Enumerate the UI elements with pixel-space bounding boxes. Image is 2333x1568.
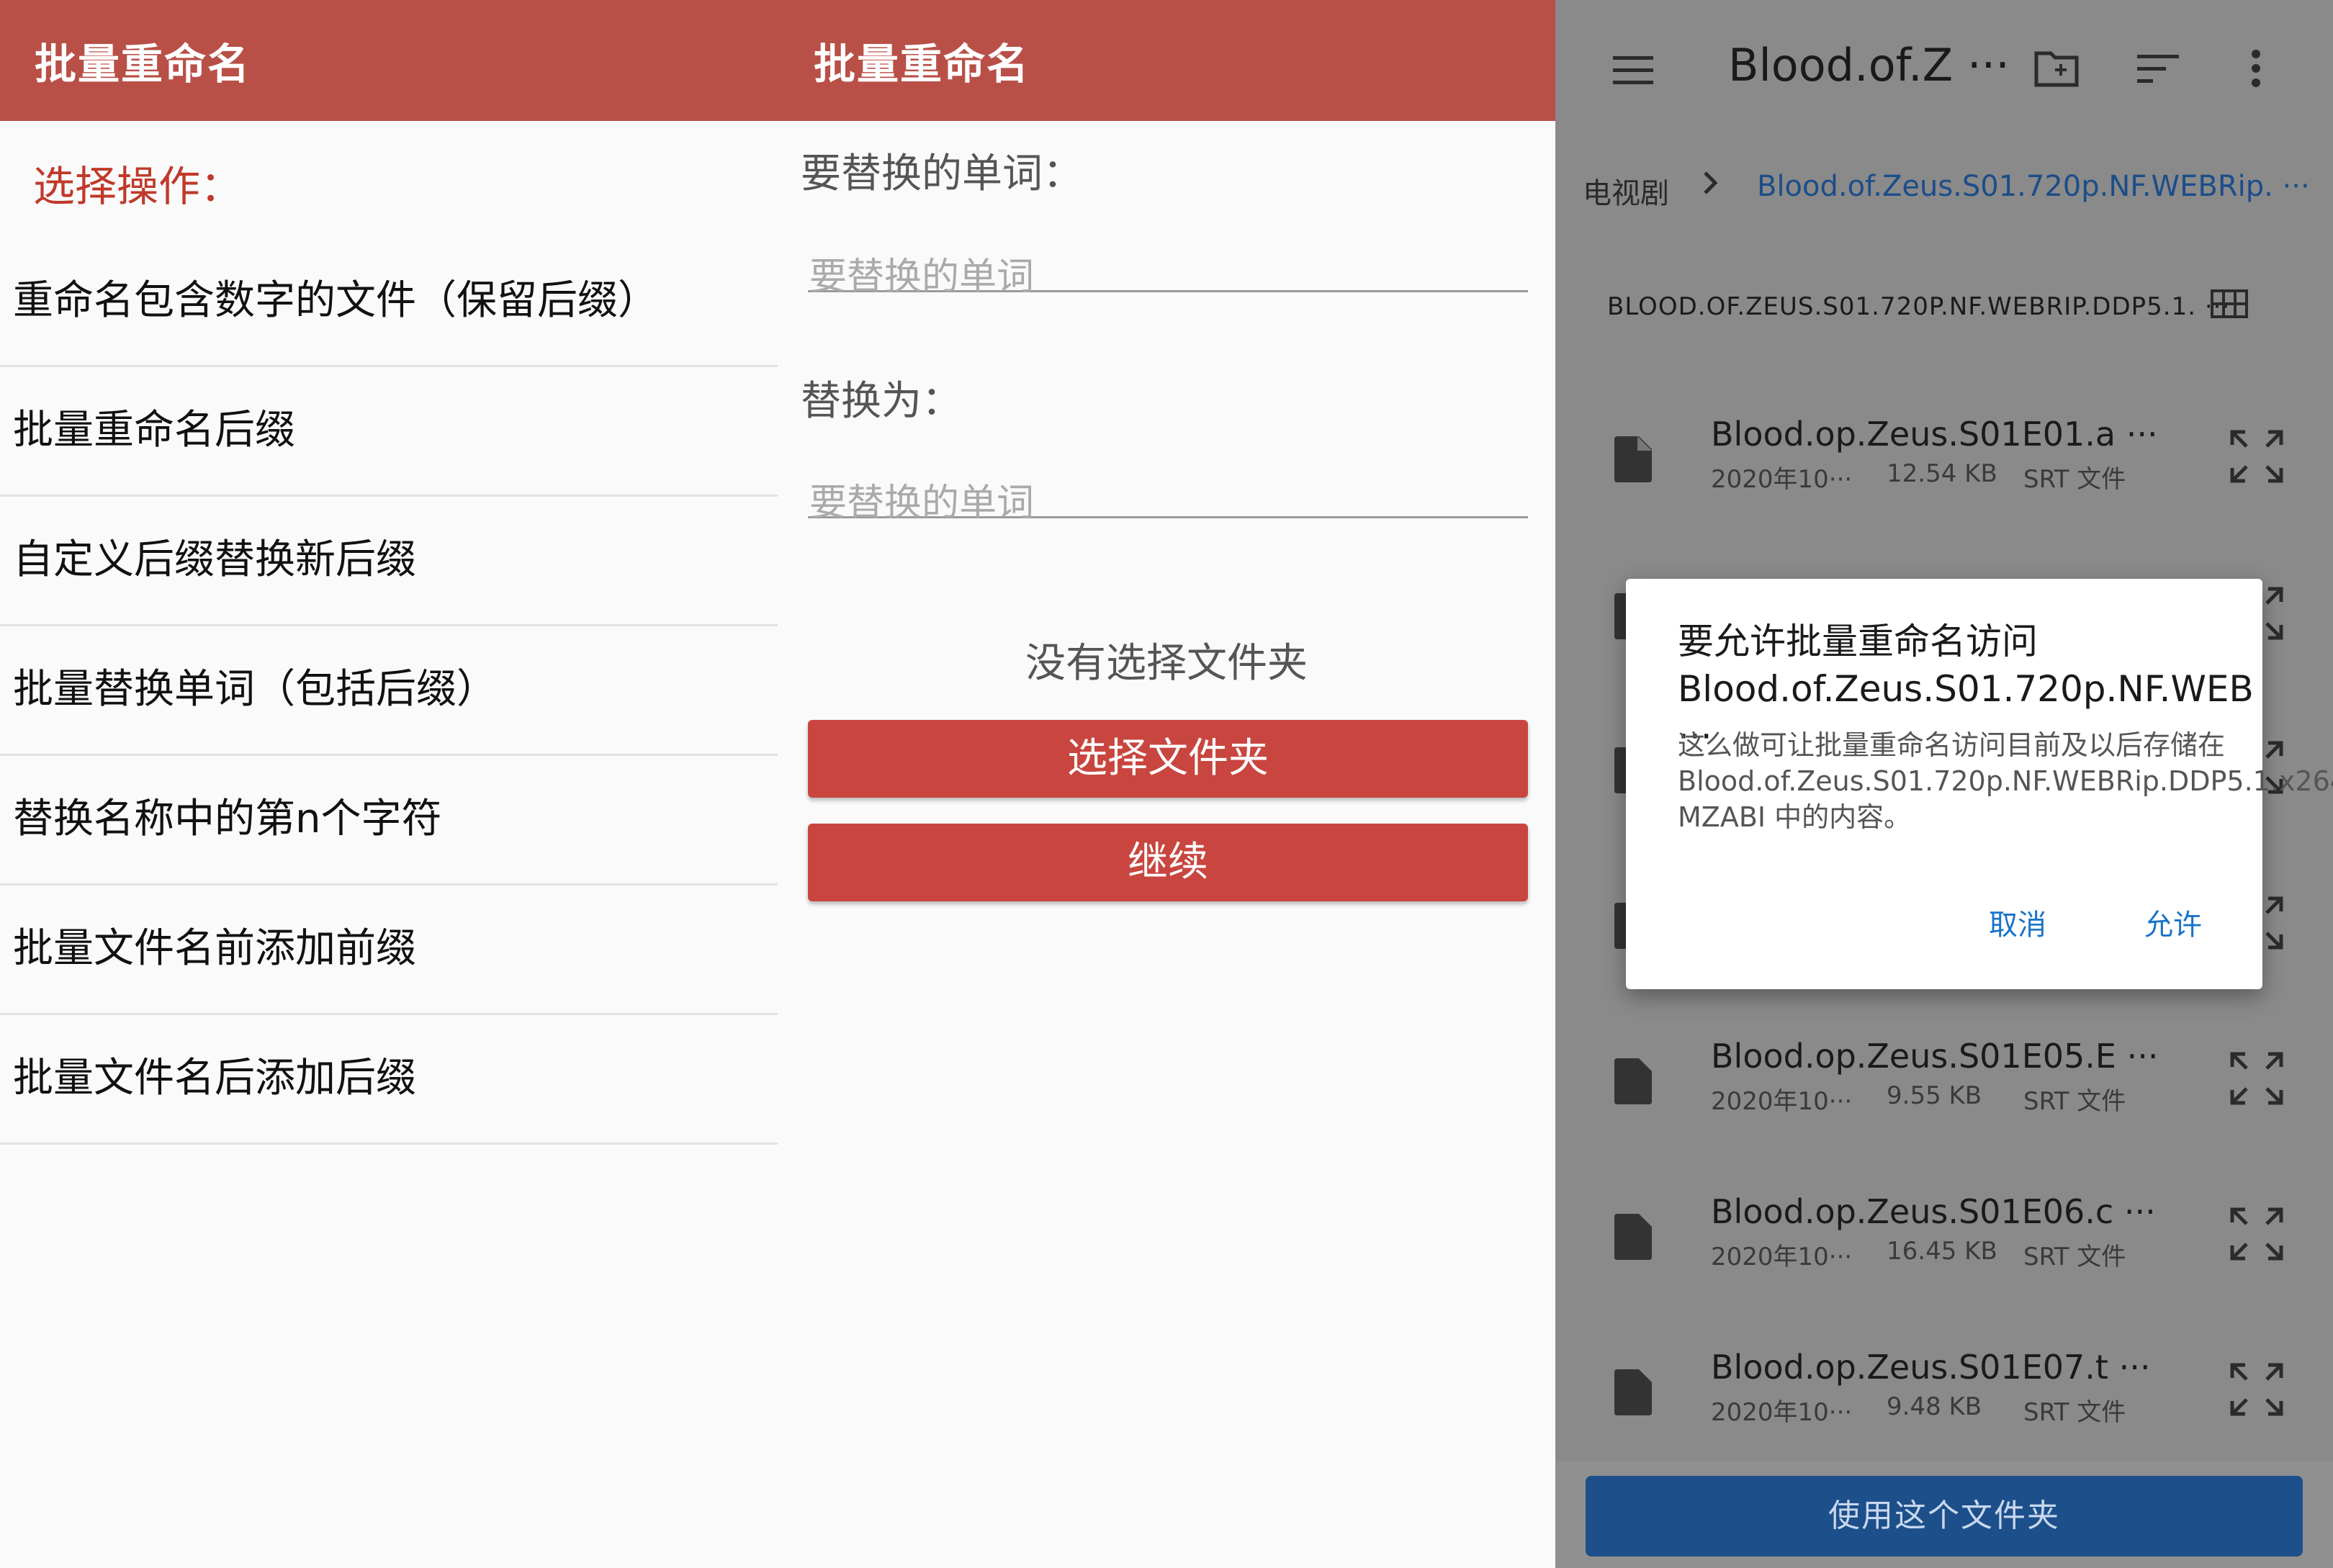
- file-name: Blood.op.Zeus.S01E01.a ···: [1711, 415, 2158, 454]
- file-date: 2020年10···: [1711, 1243, 1853, 1271]
- expand-icon[interactable]: [2228, 1205, 2285, 1266]
- file-size: 12.54 KB: [1887, 459, 1997, 488]
- expand-icon[interactable]: [2228, 1361, 2285, 1421]
- file-icon: [1614, 436, 1652, 485]
- file-size: 9.48 KB: [1887, 1392, 1982, 1421]
- replace-label: 替换为：: [801, 378, 962, 425]
- file-row[interactable]: Blood.op.Zeus.S01E01.a ··· 2020年10··· 12…: [1555, 402, 2333, 546]
- file-name: Blood.op.Zeus.S01E07.t ···: [1711, 1348, 2151, 1387]
- file-type: SRT 文件: [2023, 1398, 2126, 1427]
- file-row[interactable]: Blood.op.Zeus.S01E05.E ··· 2020年10··· 9.…: [1555, 1024, 2333, 1168]
- folder-picker-screen: Blood.of.Z ··· 电视剧 Blood.of.Zeus.S01.720…: [1555, 0, 2333, 1568]
- operation-item-rename-numbered[interactable]: 重命名包含数字的文件（保留后缀）: [0, 238, 778, 367]
- file-date: 2020年10···: [1711, 1087, 1853, 1116]
- file-type: SRT 文件: [2023, 1087, 2126, 1116]
- more-vert-icon[interactable]: [2251, 49, 2261, 91]
- file-size: 9.55 KB: [1887, 1081, 1982, 1110]
- chevron-right-icon: [1699, 167, 1721, 207]
- operation-label: 批量文件名前添加前缀: [13, 925, 416, 972]
- replace-word-screen: 批量重命名 要替换的单词： 要替换的单词 替换为： 要替换的单词 没有选择文件夹…: [778, 0, 1555, 1568]
- breadcrumb-root[interactable]: 电视剧: [1583, 170, 1669, 212]
- folder-name: BLOOD.OF.ZEUS.S01.720P.NF.WEBRIP.DDP5.1.…: [1607, 292, 2231, 321]
- menu-icon[interactable]: [1613, 55, 1653, 89]
- choose-folder-button[interactable]: 选择文件夹: [808, 720, 1528, 798]
- grid-view-icon[interactable]: [2211, 289, 2248, 321]
- new-folder-icon[interactable]: [2033, 49, 2080, 91]
- operation-label: 批量文件名后添加后缀: [13, 1055, 416, 1101]
- operation-item-custom-suffix[interactable]: 自定义后缀替换新后缀: [0, 497, 778, 626]
- dialog-allow-button[interactable]: 允许: [2144, 901, 2202, 943]
- find-word-input[interactable]: 要替换的单词: [808, 227, 1528, 299]
- operation-label: 替换名称中的第n个字符: [13, 796, 442, 842]
- find-label: 要替换的单词：: [801, 150, 1083, 197]
- file-date: 2020年10···: [1711, 1398, 1853, 1427]
- breadcrumb-current[interactable]: Blood.of.Zeus.S01.720p.NF.WEBRip. ···: [1757, 170, 2310, 203]
- file-size: 16.45 KB: [1887, 1237, 1997, 1266]
- permission-dialog: 要允许批量重命名访问 Blood.of.Zeus.S01.720p.NF.WEB…: [1626, 579, 2333, 989]
- use-folder-button[interactable]: 使用这个文件夹: [1586, 1476, 2303, 1556]
- file-row[interactable]: Blood.op.Zeus.S01E06.c ··· 2020年10··· 16…: [1555, 1179, 2333, 1323]
- section-title: 选择操作：: [33, 162, 243, 211]
- operations-screen: 批量重命名 选择操作： 重命名包含数字的文件（保留后缀） 批量重命名后缀 自定义…: [0, 0, 778, 1568]
- file-name: Blood.op.Zeus.S01E06.c ···: [1711, 1192, 2156, 1231]
- file-row[interactable]: Blood.op.Zeus.S01E07.t ··· 2020年10··· 9.…: [1555, 1335, 2333, 1479]
- file-icon: [1614, 1214, 1652, 1263]
- operation-label: 批量替换单词（包括后缀）: [13, 666, 497, 713]
- file-date: 2020年10···: [1711, 465, 1853, 494]
- operation-item-add-suffix[interactable]: 批量文件名后添加后缀: [0, 1015, 778, 1145]
- operation-item-replace-word[interactable]: 批量替换单词（包括后缀）: [0, 626, 778, 756]
- operation-item-rename-suffix[interactable]: 批量重命名后缀: [0, 367, 778, 497]
- file-name: Blood.op.Zeus.S01E05.E ···: [1711, 1037, 2159, 1076]
- sort-icon[interactable]: [2137, 55, 2179, 86]
- operation-item-replace-nth-char[interactable]: 替换名称中的第n个字符: [0, 756, 778, 886]
- file-type: SRT 文件: [2023, 1243, 2126, 1271]
- app-title: 批量重命名: [35, 40, 251, 89]
- picker-title: Blood.of.Z ···: [1728, 39, 2010, 91]
- app-bar: 批量重命名: [0, 0, 778, 121]
- operation-label: 批量重命名后缀: [13, 407, 295, 454]
- continue-button[interactable]: 继续: [808, 824, 1528, 901]
- app-bar: 批量重命名: [778, 0, 1555, 121]
- replace-word-input[interactable]: 要替换的单词: [808, 454, 1528, 525]
- app-title: 批量重命名: [814, 40, 1030, 89]
- expand-icon[interactable]: [2228, 428, 2285, 488]
- operation-label: 自定义后缀替换新后缀: [13, 536, 416, 583]
- operation-item-add-prefix[interactable]: 批量文件名前添加前缀: [0, 886, 778, 1015]
- expand-icon[interactable]: [2228, 1050, 2285, 1110]
- dialog-body: 这么做可让批量重命名访问目前及以后存储在 Blood.of.Zeus.S01.7…: [1678, 729, 2333, 833]
- file-type: SRT 文件: [2023, 465, 2126, 494]
- file-icon: [1614, 1369, 1652, 1418]
- dialog-cancel-button[interactable]: 取消: [1989, 901, 2046, 943]
- file-icon: [1614, 1058, 1652, 1107]
- no-folder-status: 没有选择文件夹: [1025, 640, 1308, 687]
- operation-label: 重命名包含数字的文件（保留后缀）: [13, 277, 658, 324]
- picker-toolbar: Blood.of.Z ···: [1555, 0, 2333, 144]
